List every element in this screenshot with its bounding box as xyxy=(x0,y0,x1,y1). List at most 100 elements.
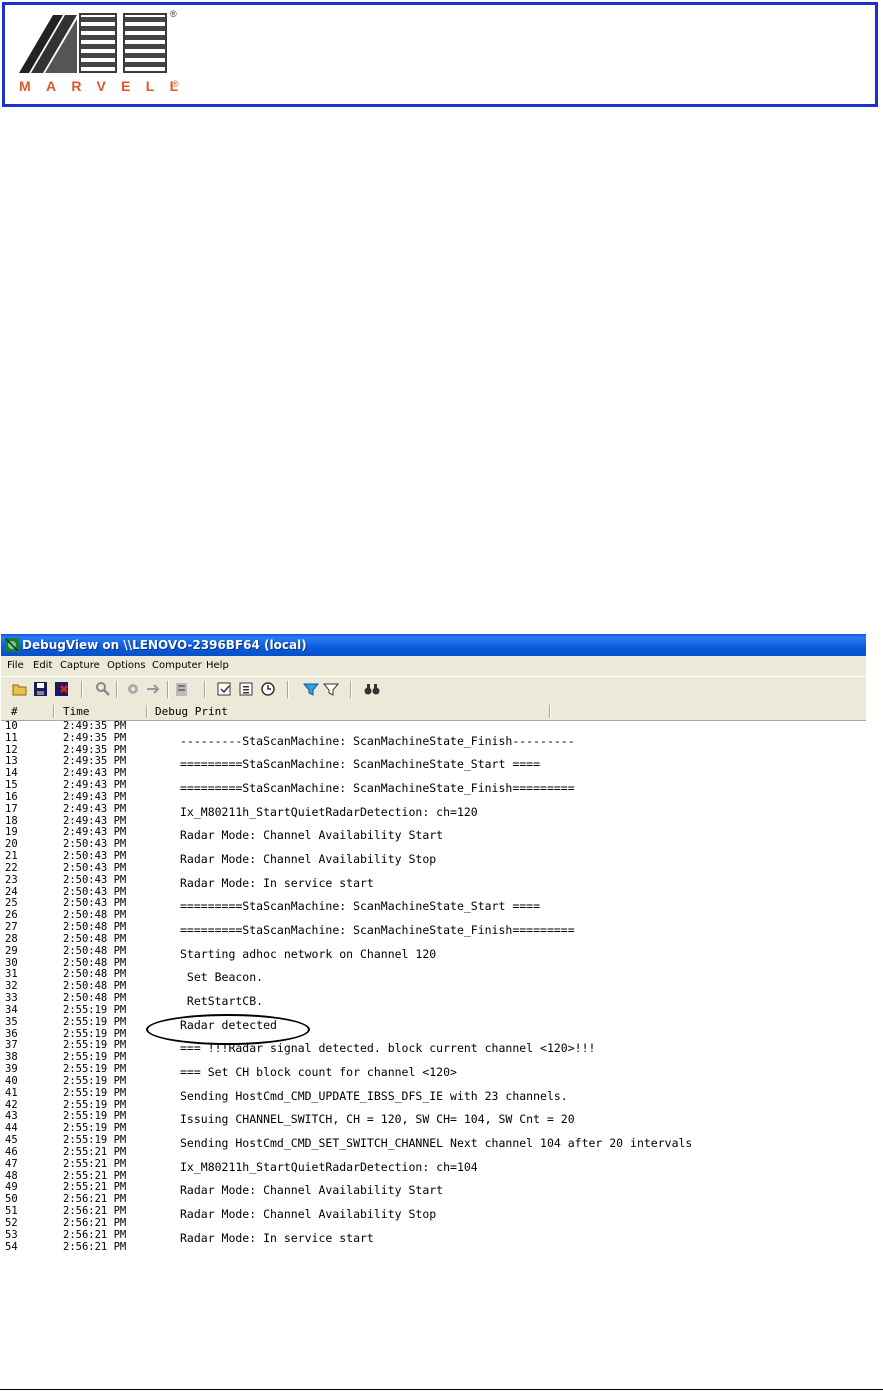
log-row[interactable]: 18 2:49:43 PM xyxy=(1,814,866,828)
log-row-number: 37 xyxy=(5,1039,18,1052)
log-row-number: 16 xyxy=(5,790,18,803)
log-row[interactable]: 53 2:56:21 PM Radar Mode: In service start xyxy=(1,1228,866,1244)
log-row[interactable]: 10 2:49:35 PM xyxy=(1,721,866,733)
log-row[interactable]: 22 2:50:43 PM xyxy=(1,862,866,875)
log-row[interactable]: 52 2:56:21 PM xyxy=(1,1217,866,1230)
log-row[interactable]: 51 2:56:21 PM Radar Mode: Channel Availabi… xyxy=(1,1205,866,1220)
log-row-time: 2:50:48 PM xyxy=(63,932,127,945)
log-row[interactable]: 32 2:50:48 PM xyxy=(1,980,866,993)
log-row[interactable]: 15 2:49:43 PM =========StaScanMachine: Sca… xyxy=(1,779,866,794)
log-row[interactable]: 38 2:55:19 PM xyxy=(1,1051,866,1064)
menu-edit[interactable]: Edit xyxy=(33,660,52,671)
log-row[interactable]: 31 2:50:48 PM Set Beacon. xyxy=(1,968,866,983)
log-row[interactable]: 40 2:55:19 PM xyxy=(1,1074,866,1088)
log-row[interactable]: 42 2:55:19 PM xyxy=(1,1099,866,1112)
log-list[interactable]: 10 2:49:35 PM 11 2:49:35 PM ---------StaScan… xyxy=(1,721,866,1250)
toolbar xyxy=(1,676,866,704)
log-row[interactable]: 43 2:55:19 PM Issuing CHANNEL_SWITCH, CH =… xyxy=(1,1110,866,1125)
log-row[interactable]: 44 2:55:19 PM xyxy=(1,1122,866,1135)
autoscroll-icon[interactable] xyxy=(216,681,234,697)
menu-bar: File Edit Capture Options Computer Help xyxy=(1,656,866,676)
column-number-header[interactable]: # xyxy=(11,705,18,718)
column-debug-print-header[interactable]: Debug Print xyxy=(155,705,228,718)
log-row[interactable]: 35 2:55:19 PM Radar detected xyxy=(1,1015,866,1031)
log-row-time: 2:50:48 PM xyxy=(63,944,127,957)
log-row-number: 38 xyxy=(5,1051,18,1064)
log-row-number: 40 xyxy=(5,1074,18,1087)
log-row-time: 2:50:48 PM xyxy=(63,992,127,1005)
log-row[interactable]: 19 2:49:43 PM Radar Mode: Channel Availabi… xyxy=(1,826,866,841)
log-to-file-icon[interactable] xyxy=(173,681,191,697)
logo-wordmark: MARVELL xyxy=(19,78,194,94)
log-row[interactable]: 17 2:49:43 PM Ix_M80211h_StartQuietRadarDe… xyxy=(1,803,866,818)
log-row[interactable]: 29 2:50:48 PM Starting adhoc network on Ch… xyxy=(1,944,866,960)
clock-icon[interactable] xyxy=(259,681,277,697)
menu-file[interactable]: File xyxy=(7,660,24,671)
marvell-logo-icon xyxy=(19,13,167,73)
log-row[interactable]: 11 2:49:35 PM ---------StaScanMachine: Sca… xyxy=(1,732,866,747)
log-row[interactable]: 33 2:50:48 PM RetStartCB. xyxy=(1,992,866,1007)
log-row[interactable]: 47 2:55:21 PM Ix_M80211h_StartQuietRadarDe… xyxy=(1,1158,866,1173)
menu-capture[interactable]: Capture xyxy=(60,660,100,671)
log-row-number: 41 xyxy=(5,1086,18,1099)
log-row[interactable]: 25 2:50:43 PM =========StaScanMachine: Sca… xyxy=(1,897,866,912)
log-row[interactable]: 28 2:50:48 PM xyxy=(1,932,866,946)
log-row[interactable]: 36 2:55:19 PM xyxy=(1,1027,866,1041)
log-row[interactable]: 41 2:55:19 PM Sending HostCmd_CMD_UPDATE_I… xyxy=(1,1086,866,1102)
log-row[interactable]: 27 2:50:48 PM =========StaScanMachine: Sca… xyxy=(1,921,866,936)
log-row-time: 2:55:21 PM xyxy=(63,1169,127,1182)
clear-log-icon[interactable] xyxy=(53,681,71,697)
log-row-time: 2:56:21 PM xyxy=(63,1205,127,1218)
log-row-number: 53 xyxy=(5,1228,18,1241)
column-divider[interactable] xyxy=(549,705,551,718)
find-icon[interactable] xyxy=(363,681,381,697)
log-row-time: 2:56:21 PM xyxy=(63,1193,127,1206)
log-row[interactable]: 37 2:55:19 PM === !!!Radar signal detected… xyxy=(1,1039,866,1054)
column-time-header[interactable]: Time xyxy=(63,705,90,718)
window-titlebar[interactable]: DebugView on \\LENOVO-2396BF64 (local) xyxy=(1,634,866,656)
save-icon[interactable] xyxy=(32,681,50,697)
log-row-time: 2:55:19 PM xyxy=(63,1027,127,1040)
log-row[interactable]: 12 2:49:35 PM xyxy=(1,743,866,757)
column-divider[interactable] xyxy=(146,705,148,718)
log-row[interactable]: 54 2:56:21 PM xyxy=(1,1240,866,1250)
toolbar-separator xyxy=(167,681,169,698)
log-row-time: 2:49:35 PM xyxy=(63,743,127,756)
log-row[interactable]: 46 2:55:21 PM xyxy=(1,1146,866,1159)
log-row[interactable]: 30 2:50:48 PM xyxy=(1,957,866,970)
filter-icon[interactable] xyxy=(302,681,320,697)
log-row-time: 2:49:43 PM xyxy=(63,814,127,827)
open-icon[interactable] xyxy=(11,681,29,697)
log-row[interactable]: 48 2:55:21 PM xyxy=(1,1169,866,1183)
capture-icon[interactable] xyxy=(94,681,112,697)
pass-through-icon[interactable] xyxy=(145,681,163,697)
log-row[interactable]: 26 2:50:48 PM xyxy=(1,909,866,922)
log-row-time: 2:55:19 PM xyxy=(63,1015,127,1028)
log-row[interactable]: 24 2:50:43 PM xyxy=(1,886,866,899)
log-row[interactable]: 34 2:55:19 PM xyxy=(1,1004,866,1017)
log-row-time: 2:49:43 PM xyxy=(63,826,127,839)
log-row[interactable]: 45 2:55:19 PM Sending HostCmd_CMD_SET_SWIT… xyxy=(1,1134,866,1149)
log-row[interactable]: 21 2:50:43 PM Radar Mode: Channel Availabi… xyxy=(1,850,866,865)
log-row-time: 2:50:48 PM xyxy=(63,968,127,981)
menu-options[interactable]: Options xyxy=(107,660,146,671)
log-row-number: 54 xyxy=(5,1240,18,1250)
log-row[interactable]: 49 2:55:21 PM Radar Mode: Channel Availabi… xyxy=(1,1181,866,1196)
menu-help[interactable]: Help xyxy=(206,660,229,671)
history-depth-icon[interactable] xyxy=(238,681,256,697)
log-row[interactable]: 20 2:50:43 PM xyxy=(1,838,866,851)
highlight-icon[interactable] xyxy=(322,681,340,697)
log-row[interactable]: 14 2:49:43 PM xyxy=(1,767,866,780)
log-row[interactable]: 13 2:49:35 PM =========StaScanMachine: Sca… xyxy=(1,755,866,770)
log-row[interactable]: 39 2:55:19 PM === Set CH block count for c… xyxy=(1,1063,866,1078)
toolbar-separator xyxy=(204,681,206,698)
log-row[interactable]: 50 2:56:21 PM xyxy=(1,1193,866,1206)
menu-computer[interactable]: Computer xyxy=(152,660,202,671)
log-row-time: 2:56:21 PM xyxy=(63,1240,127,1250)
column-divider[interactable] xyxy=(53,705,55,718)
toolbar-separator xyxy=(287,681,289,698)
log-row[interactable]: 23 2:50:43 PM Radar Mode: In service start xyxy=(1,874,866,889)
log-row-number: 13 xyxy=(5,755,18,768)
log-row[interactable]: 16 2:49:43 PM xyxy=(1,790,866,804)
capture-kernel-icon[interactable] xyxy=(124,681,142,697)
